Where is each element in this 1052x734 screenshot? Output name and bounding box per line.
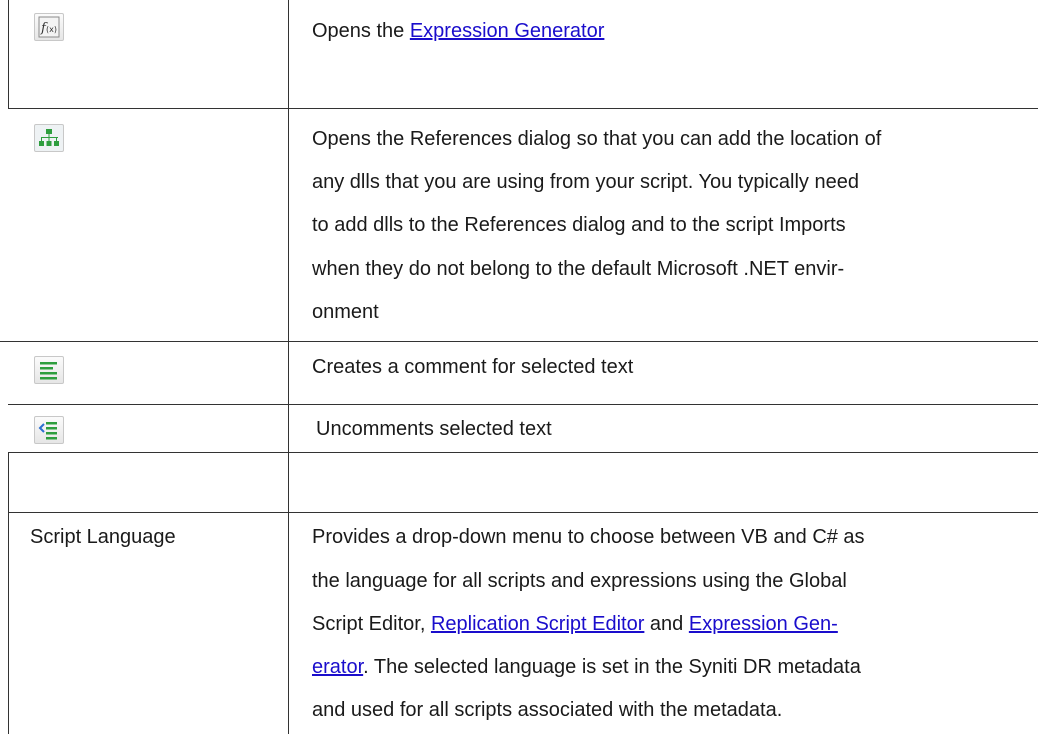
replication-script-editor-link[interactable]: Replication Script Editor	[431, 613, 644, 635]
uncomment-icon[interactable]	[34, 416, 64, 444]
row5-line: erator. The selected language is set in …	[312, 648, 861, 686]
row2-line: onment	[312, 301, 379, 323]
row-divider-3	[8, 404, 1038, 405]
script-language-label: Script Language	[30, 526, 176, 548]
comment-lines-icon[interactable]	[34, 356, 64, 384]
row-divider-4	[8, 452, 1038, 453]
row-divider-1	[8, 108, 1038, 109]
column-divider	[288, 0, 289, 734]
row-divider-2	[0, 341, 1038, 342]
row5-line: and used for all scripts associated with…	[312, 699, 783, 721]
row5-text: Script Editor,	[312, 613, 431, 635]
row5-line: Script Editor, Replication Script Editor…	[312, 605, 838, 643]
row1-text: Opens the	[312, 20, 410, 42]
expression-generator-link[interactable]: Expression Gen-	[689, 613, 838, 635]
svg-text:(x): (x)	[46, 25, 57, 34]
expression-generator-link[interactable]: Expression Generator	[410, 20, 605, 42]
function-fx-icon[interactable]: f (x)	[34, 13, 64, 41]
hierarchy-references-icon[interactable]	[34, 124, 64, 152]
expression-generator-link[interactable]: erator	[312, 656, 363, 678]
row5-line: Provides a drop-down menu to choose betw…	[312, 526, 865, 548]
row5-text: and	[644, 613, 689, 635]
row2-line: Opens the References dialog so that you …	[312, 128, 882, 150]
row5-line: the language for all scripts and express…	[312, 570, 847, 592]
row2-line: when they do not belong to the default M…	[312, 258, 845, 280]
row1-description: Opens the Expression Generator	[312, 12, 604, 50]
row2-line: to add dlls to the References dialog and…	[312, 214, 846, 236]
row2-line: any dlls that you are using from your sc…	[312, 171, 859, 193]
left-border-lower	[8, 452, 9, 734]
row5-text: . The selected language is set in the Sy…	[363, 656, 861, 678]
row4-description: Uncomments selected text	[316, 418, 552, 440]
row3-description: Creates a comment for selected text	[312, 356, 634, 378]
row-divider-5	[8, 512, 1038, 513]
left-border	[8, 0, 9, 108]
